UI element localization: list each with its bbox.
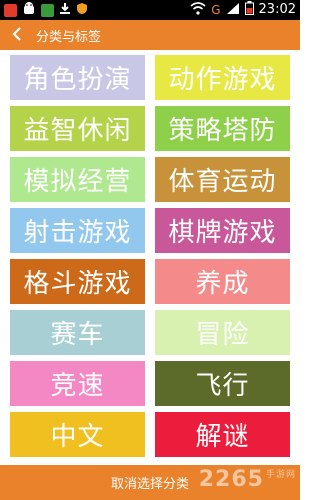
category-tile[interactable]: 射击游戏 xyxy=(10,208,145,253)
watermark-subtext: 手游网 xyxy=(265,470,296,480)
category-label: 棋牌游戏 xyxy=(168,218,277,248)
category-label: 动作游戏 xyxy=(168,65,277,95)
category-tile[interactable]: 养成 xyxy=(155,259,290,304)
category-tile[interactable]: 冒险 xyxy=(155,310,290,355)
chevron-left-icon xyxy=(12,26,22,45)
category-label: 养成 xyxy=(195,269,250,299)
category-label: 策略塔防 xyxy=(168,116,277,146)
category-tile[interactable]: 格斗游戏 xyxy=(10,259,145,304)
category-label: 竞速 xyxy=(50,371,105,401)
watermark-text: 2265 xyxy=(198,467,264,492)
app-screen: G 23:02 分类与标签 角色扮演 动作游戏 益智休闲 策略塔防 模拟经营 体… xyxy=(0,0,300,500)
category-label: 益智休闲 xyxy=(23,116,132,146)
category-label: 赛车 xyxy=(50,320,105,350)
category-tile[interactable]: 模拟经营 xyxy=(10,157,145,202)
category-label: 体育运动 xyxy=(168,167,277,197)
category-tile[interactable]: 角色扮演 xyxy=(10,55,145,100)
status-bar: G 23:02 xyxy=(0,0,300,20)
category-label: 角色扮演 xyxy=(23,65,132,95)
category-tile[interactable]: 棋牌游戏 xyxy=(155,208,290,253)
category-label: 冒险 xyxy=(195,320,250,350)
download-icon xyxy=(59,2,71,18)
category-label: 中文 xyxy=(50,422,105,452)
category-label: 解谜 xyxy=(195,422,250,452)
category-label: 模拟经营 xyxy=(23,167,132,197)
category-tile[interactable]: 飞行 xyxy=(155,361,290,406)
category-grid: 角色扮演 动作游戏 益智休闲 策略塔防 模拟经营 体育运动 射击游戏 棋牌游戏 … xyxy=(0,50,300,465)
category-tile[interactable]: 解谜 xyxy=(155,412,290,457)
status-bar-left-icons xyxy=(4,2,88,18)
category-label: 格斗游戏 xyxy=(23,269,132,299)
category-label: 射击游戏 xyxy=(23,218,132,248)
category-tile[interactable]: 体育运动 xyxy=(155,157,290,202)
app-icon xyxy=(4,3,17,17)
category-tile[interactable]: 动作游戏 xyxy=(155,55,290,100)
category-tile[interactable]: 竞速 xyxy=(10,361,145,406)
category-tile[interactable]: 赛车 xyxy=(10,310,145,355)
app-header: 分类与标签 xyxy=(0,20,300,50)
status-time: 23:02 xyxy=(258,2,296,17)
battery-icon xyxy=(244,1,254,18)
signal-icon xyxy=(226,2,240,18)
category-tile[interactable]: 策略塔防 xyxy=(155,106,290,151)
android-icon xyxy=(22,2,36,18)
shield-icon xyxy=(76,2,88,18)
cancel-category-button[interactable]: 取消选择分类 2265 手游网 xyxy=(0,465,300,500)
wifi-icon xyxy=(190,1,206,18)
network-type-label: G xyxy=(211,2,221,17)
category-tile[interactable]: 益智休闲 xyxy=(10,106,145,151)
category-label: 飞行 xyxy=(195,371,250,401)
watermark-logo: 2265 手游网 xyxy=(199,467,296,492)
back-button[interactable] xyxy=(6,20,28,50)
cancel-category-label: 取消选择分类 xyxy=(110,477,189,492)
category-tile[interactable]: 中文 xyxy=(10,412,145,457)
status-bar-right-icons: G 23:02 xyxy=(190,1,296,18)
game-icon xyxy=(41,3,54,17)
page-title: 分类与标签 xyxy=(36,29,102,45)
